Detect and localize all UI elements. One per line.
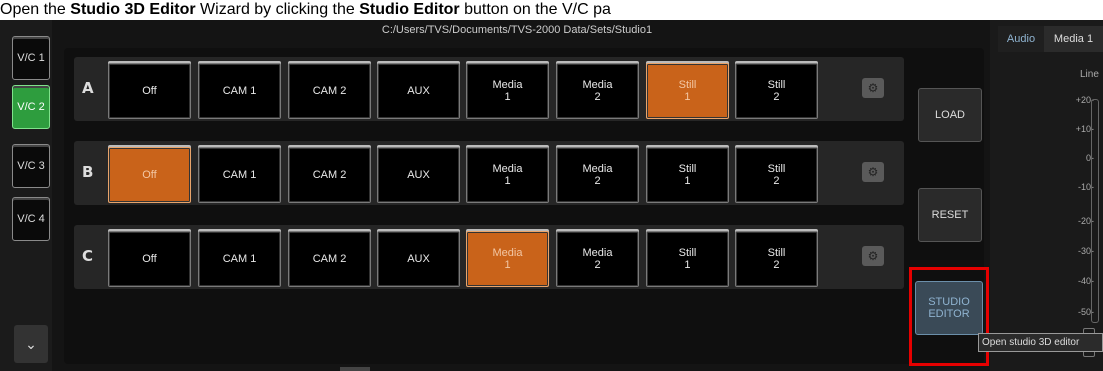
- source-button-a-3[interactable]: AUX: [377, 63, 460, 119]
- source-button-b-0[interactable]: Off: [108, 147, 191, 203]
- source-button-a-0[interactable]: Off: [108, 63, 191, 119]
- reset-button[interactable]: RESET: [918, 188, 982, 242]
- vc-1-button[interactable]: V/C 1: [12, 36, 50, 80]
- file-path: C:/Users/TVS/Documents/TVS-2000 Data/Set…: [381, 24, 653, 36]
- row-label: A: [82, 79, 94, 97]
- load-button[interactable]: LOAD: [918, 88, 982, 142]
- source-button-b-2[interactable]: CAM 2: [288, 147, 371, 203]
- caption-text: Wizard by clicking the: [195, 1, 360, 18]
- vc-2-button[interactable]: V/C 2: [12, 85, 50, 129]
- instruction-caption: Open the Studio 3D Editor Wizard by clic…: [0, 0, 1103, 20]
- highlight-box: [909, 267, 989, 366]
- tab-audio[interactable]: Audio: [998, 26, 1044, 52]
- source-button-b-4[interactable]: Media 1: [466, 147, 549, 203]
- source-button-a-2[interactable]: CAM 2: [288, 63, 371, 119]
- source-button-c-5[interactable]: Media 2: [556, 231, 639, 287]
- row-c: C Off CAM 1 CAM 2 AUX Media 1 Media 2 Still 1 St…: [74, 225, 904, 289]
- source-button-c-2[interactable]: CAM 2: [288, 231, 371, 287]
- source-button-b-7[interactable]: Still 2: [735, 147, 818, 203]
- scrollbar[interactable]: [340, 367, 370, 371]
- source-button-b-5[interactable]: Media 2: [556, 147, 639, 203]
- chevron-down-icon[interactable]: ⌄: [14, 325, 48, 363]
- row-b: B Off CAM 1 CAM 2 AUX Media 1 Media 2 Still 1 St…: [74, 141, 904, 205]
- row-a: A Off CAM 1 CAM 2 AUX Media 1 Media 2 Still 1 St…: [74, 57, 904, 121]
- source-button-a-7[interactable]: Still 2: [735, 63, 818, 119]
- gear-icon[interactable]: ⚙: [862, 162, 884, 182]
- source-button-c-0[interactable]: Off: [108, 231, 191, 287]
- vc-column: V/C 1 V/C 2 V/C 3 V/C 4 ⌄: [0, 20, 52, 371]
- source-button-b-6[interactable]: Still 1: [646, 147, 729, 203]
- vc-3-button[interactable]: V/C 3: [12, 144, 50, 188]
- gear-icon[interactable]: ⚙: [862, 78, 884, 98]
- tab-media-1[interactable]: Media 1: [1044, 26, 1103, 52]
- right-panel: Audio Media 1 Line +20- +10- 0- -10- -20…: [990, 20, 1103, 371]
- source-button-c-7[interactable]: Still 2: [735, 231, 818, 287]
- line-label: Line: [1080, 69, 1099, 80]
- caption-text: button on the V/C pa: [459, 1, 611, 18]
- audio-level-slider[interactable]: [1091, 99, 1099, 323]
- source-button-c-3[interactable]: AUX: [377, 231, 460, 287]
- source-button-a-1[interactable]: CAM 1: [198, 63, 281, 119]
- tooltip: Open studio 3D editor: [978, 333, 1103, 352]
- caption-bold-studio-editor: Studio Editor: [359, 1, 460, 18]
- row-label: B: [82, 163, 94, 181]
- source-button-c-1[interactable]: CAM 1: [198, 231, 281, 287]
- caption-text: Open the: [0, 1, 71, 18]
- row-label: C: [82, 247, 94, 265]
- app-window: V/C 1 V/C 2 V/C 3 V/C 4 ⌄ C:/Users/TVS/D…: [0, 20, 1103, 371]
- source-button-c-6[interactable]: Still 1: [646, 231, 729, 287]
- gear-icon[interactable]: ⚙: [862, 246, 884, 266]
- source-button-b-3[interactable]: AUX: [377, 147, 460, 203]
- caption-bold-studio-3d-editor: Studio 3D Editor: [70, 1, 196, 18]
- source-button-b-1[interactable]: CAM 1: [198, 147, 281, 203]
- source-button-a-6[interactable]: Still 1: [646, 63, 729, 119]
- source-button-c-4[interactable]: Media 1: [466, 231, 549, 287]
- source-button-a-4[interactable]: Media 1: [466, 63, 549, 119]
- vc-4-button[interactable]: V/C 4: [12, 197, 50, 241]
- source-button-a-5[interactable]: Media 2: [556, 63, 639, 119]
